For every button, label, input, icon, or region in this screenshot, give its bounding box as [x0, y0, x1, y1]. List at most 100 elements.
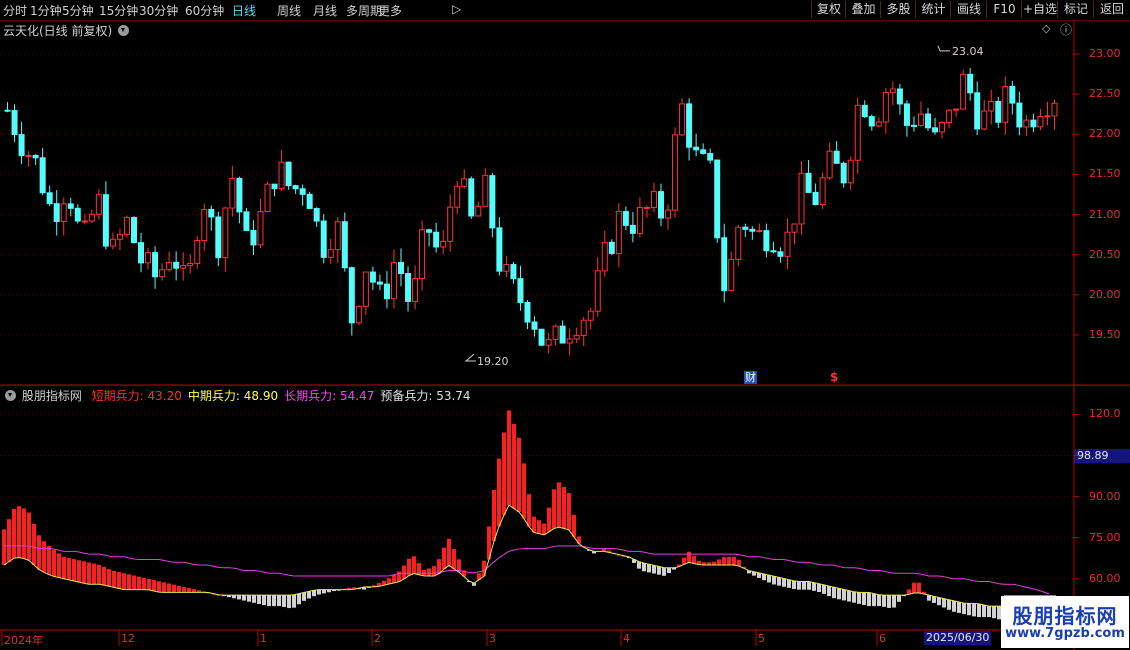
candle-down [721, 237, 728, 292]
watermark: 股朋指标网 www.7gpzb.com [1001, 596, 1129, 648]
candle-down [46, 192, 53, 205]
toolbar-button-6[interactable]: +自选 [1021, 1, 1058, 18]
force-bar-up [602, 548, 606, 552]
force-bar-up [77, 560, 81, 583]
period-tab-6[interactable]: 日线 [232, 2, 256, 19]
candle-down [1009, 85, 1016, 104]
date-label: 6 [879, 632, 886, 645]
force-bar-up [522, 463, 526, 519]
candle-up [594, 270, 601, 312]
toolbar-button-7[interactable]: 标记 [1057, 1, 1094, 18]
candle-up [454, 185, 461, 208]
force-bar-down [872, 593, 876, 607]
candle-up [222, 207, 229, 259]
candle-down [32, 154, 39, 159]
period-tab-7[interactable]: 周线 [277, 2, 301, 19]
candle-down [707, 152, 714, 161]
candle-down [11, 110, 18, 136]
candle-up [756, 230, 763, 233]
date-label: 4 [623, 632, 630, 645]
date-label: 2024年 [4, 634, 43, 647]
toolbar-button-2[interactable]: 多股 [880, 1, 916, 18]
force-bar-down [867, 592, 871, 607]
force-bar-up [557, 482, 561, 528]
force-bar-up [517, 437, 521, 512]
candle-down [777, 251, 784, 257]
force-bar-up [617, 554, 621, 556]
toolbar-button-0[interactable]: 复权 [811, 1, 846, 18]
force-bar-up [412, 556, 416, 574]
candle-down [53, 203, 60, 223]
force-bar-down [652, 565, 656, 574]
info-icon[interactable]: ⓘ [1060, 21, 1072, 38]
force-bar-up [462, 570, 466, 577]
period-tab-3[interactable]: 15分钟 [99, 2, 138, 19]
toolbar-button-5[interactable]: F10 [986, 1, 1022, 18]
period-tab-0[interactable]: 分时 [3, 2, 27, 19]
finance-marker[interactable]: 财 [744, 371, 757, 384]
force-bar-down [667, 567, 671, 573]
force-bar-up [417, 563, 421, 575]
force-bar-up [72, 559, 76, 581]
candle-up [229, 177, 236, 209]
candle-down [833, 150, 840, 164]
candle-up [981, 110, 988, 130]
period-tab-2[interactable]: 5分钟 [62, 2, 94, 19]
candle-down [868, 116, 875, 127]
candle-up [636, 207, 643, 234]
price-label: 23.00 [1089, 47, 1121, 61]
force-bar-up [92, 563, 96, 585]
force-bar-up [692, 556, 696, 564]
candle-down [138, 242, 145, 264]
diamond-icon[interactable]: ◇ [1042, 22, 1050, 35]
candle-down [861, 104, 868, 118]
period-tab-10[interactable]: 更多 [378, 2, 402, 19]
chevron-down-icon[interactable] [5, 390, 16, 401]
toolbar-button-3[interactable]: 统计 [915, 1, 951, 18]
candle-up [355, 305, 362, 324]
more-arrow-icon[interactable]: ▷ [452, 2, 461, 16]
candle-up [854, 104, 861, 161]
candle-up [194, 240, 201, 264]
force-bar-up [502, 432, 506, 516]
grid-lines [0, 20, 1130, 650]
candle-down [714, 159, 721, 239]
force-bar-down [632, 559, 636, 563]
candle-up [412, 278, 419, 302]
force-bar-up [582, 546, 586, 548]
candle-down [770, 250, 777, 253]
force-bar-down [237, 595, 241, 600]
candle-up [615, 211, 622, 254]
force-bar-down [332, 589, 336, 592]
toolbar-button-1[interactable]: 叠加 [845, 1, 881, 18]
period-tab-8[interactable]: 月线 [313, 2, 337, 19]
force-bar-up [547, 507, 551, 532]
force-bar-up [527, 494, 531, 527]
stock-title: 云天化(日线 前复权) [3, 24, 113, 38]
candle-down [742, 226, 749, 230]
force-bar-down [762, 573, 766, 581]
toolbar-button-4[interactable]: 画线 [950, 1, 987, 18]
force-bar-down [937, 597, 941, 606]
candle-down [405, 272, 412, 302]
period-tab-4[interactable]: 30分钟 [139, 2, 178, 19]
force-bar-down [467, 581, 471, 583]
period-tab-1[interactable]: 1分钟 [30, 2, 62, 19]
chevron-down-icon[interactable] [118, 25, 130, 36]
toolbar-button-8[interactable]: 返回 [1093, 1, 1130, 18]
price-label: 21.00 [1089, 207, 1121, 221]
force-bar-down [802, 581, 806, 590]
candle-up [882, 91, 889, 123]
force-bar-down [832, 587, 836, 599]
dividend-marker[interactable]: $ [830, 371, 838, 384]
force-bar-up [682, 557, 686, 565]
force-bar-up [447, 538, 451, 566]
candle-up [278, 161, 285, 190]
force-bar-up [12, 508, 16, 559]
high-pointer [937, 45, 950, 52]
period-tab-5[interactable]: 60分钟 [185, 2, 224, 19]
candle-up [257, 211, 264, 246]
force-bar-down [852, 591, 856, 603]
force-bar-down [812, 582, 816, 591]
period-tab-9[interactable]: 多周期 [346, 2, 382, 19]
